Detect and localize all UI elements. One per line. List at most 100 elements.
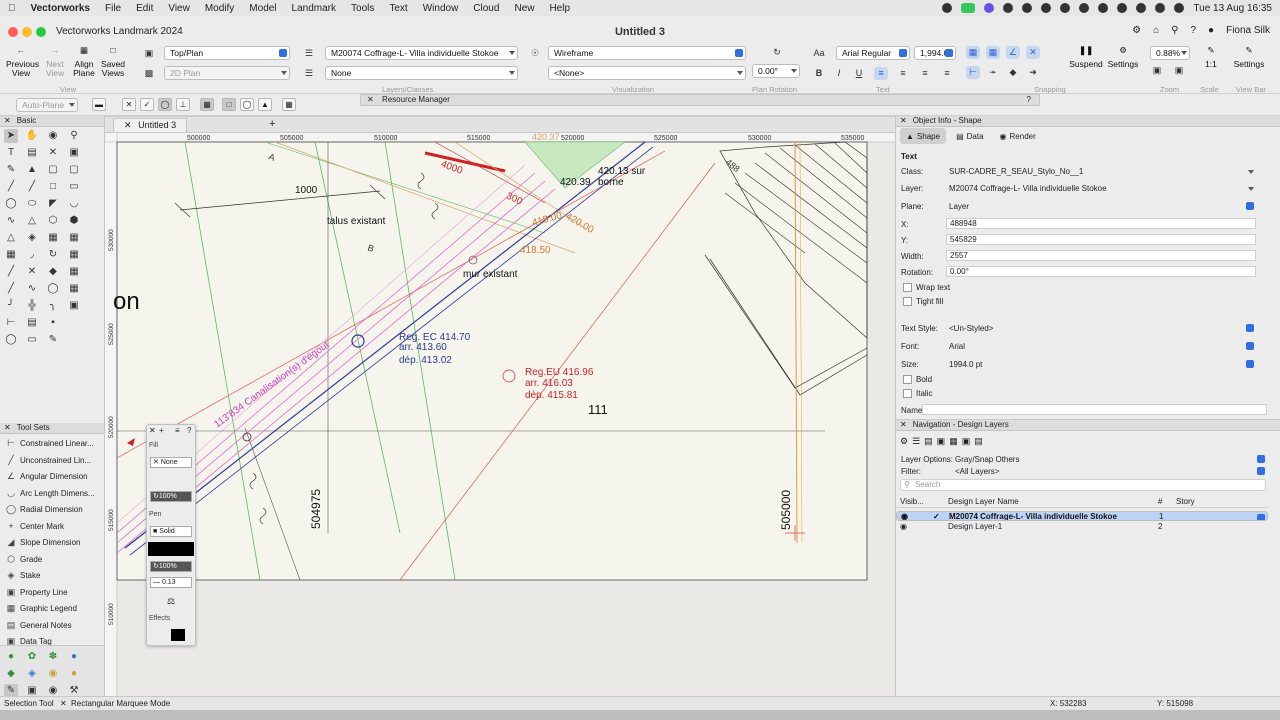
- auto-plane-toggle[interactable]: Auto-Plane: [16, 98, 78, 112]
- menu-help[interactable]: Help: [549, 3, 570, 14]
- duplicate-tool-icon[interactable]: ╬: [25, 299, 39, 313]
- next-view-button[interactable]: → Next View: [42, 46, 68, 78]
- truss-tool-icon[interactable]: ⊢: [4, 316, 18, 330]
- marker-icon[interactable]: ⚖: [167, 596, 175, 607]
- search-icon-2[interactable]: ⚲: [1171, 25, 1178, 36]
- layer-options-select[interactable]: Gray/Snap Others: [952, 454, 1267, 466]
- connect-tool-icon[interactable]: ✕: [25, 265, 39, 279]
- control-center-icon[interactable]: [1155, 3, 1166, 13]
- oval-tool-icon[interactable]: ⬭: [25, 197, 39, 211]
- scale-button[interactable]: ✎ 1:1: [1198, 46, 1224, 69]
- toolset-globe-icon[interactable]: ●: [67, 650, 81, 664]
- navigation-close-icon[interactable]: ✕: [900, 420, 907, 429]
- eyedropper-tool-icon[interactable]: ✎: [4, 163, 18, 177]
- toolset-water-icon[interactable]: ◈: [25, 667, 39, 681]
- new-tab-button[interactable]: +: [269, 118, 275, 130]
- font-select-oi[interactable]: Arial: [946, 341, 1256, 353]
- document-tab[interactable]: ✕ Untitled 3: [113, 118, 188, 132]
- rect-select-tool-icon[interactable]: □: [46, 180, 60, 194]
- render-mode-select[interactable]: Wireframe: [548, 46, 746, 60]
- justify-icon[interactable]: ≡: [940, 67, 954, 80]
- tool-center-mark[interactable]: + Center Mark: [6, 521, 64, 531]
- stair-tool-icon[interactable]: ▤: [25, 316, 39, 330]
- user-name[interactable]: Fiona Silk: [1226, 25, 1270, 36]
- object-info-close-icon[interactable]: ✕: [900, 116, 907, 125]
- layer-search-input[interactable]: ⚲ Search: [900, 479, 1266, 491]
- menu-edit[interactable]: Edit: [136, 3, 153, 14]
- tab-shape[interactable]: ▲ Shape: [900, 128, 947, 144]
- menu-app[interactable]: Vectorworks: [31, 3, 90, 14]
- tab-close-icon[interactable]: ✕: [124, 120, 132, 130]
- align-center-icon[interactable]: ≡: [896, 67, 910, 80]
- menu-tools[interactable]: Tools: [351, 3, 374, 14]
- col-visibility[interactable]: Visib...: [900, 496, 924, 508]
- nav-objects-icon[interactable]: ▤: [974, 436, 983, 447]
- align-plane-button[interactable]: ▦ Align Plane: [72, 46, 96, 78]
- filter-select[interactable]: <All Layers>: [952, 466, 1267, 478]
- class-select[interactable]: SUR-CADRE_R_SEAU_Stylo_No__1: [946, 166, 1256, 178]
- rotated-rect-tool-icon[interactable]: ▭: [67, 180, 81, 194]
- tool-property-line[interactable]: ▣ Property Line: [6, 587, 68, 597]
- rectangular-marquee-icon[interactable]: □: [222, 98, 236, 111]
- layer-select[interactable]: M20074 Coffrage-L- Villa individuelle St…: [325, 46, 518, 60]
- polygon-tool-icon[interactable]: ⬡: [46, 214, 60, 228]
- snap-object-icon[interactable]: ▦: [986, 46, 1000, 59]
- siri-icon[interactable]: [1174, 3, 1185, 13]
- effects-swatch[interactable]: [171, 629, 185, 641]
- drawing-canvas[interactable]: 500000 505000 510000 515000 520000 52500…: [105, 133, 895, 696]
- attrs-help-icon[interactable]: ?: [187, 426, 191, 435]
- mode-4-icon[interactable]: ⊥: [176, 98, 190, 111]
- class-select[interactable]: None: [325, 66, 518, 80]
- attrs-close-icon[interactable]: ✕: [149, 426, 156, 435]
- nav-symbols-icon[interactable]: ▣: [962, 436, 971, 447]
- italic-checkbox[interactable]: Italic: [903, 389, 932, 398]
- toolset-lighting-icon[interactable]: ●: [67, 667, 81, 681]
- rotation-field-oi[interactable]: 0.00°: [946, 266, 1256, 277]
- snapping-settings-button[interactable]: ⚙ Settings: [1104, 46, 1142, 69]
- fillet-tool-icon[interactable]: ◞: [25, 248, 39, 262]
- paint-tool-icon[interactable]: ✎: [46, 333, 60, 347]
- tool-stake[interactable]: ◈ Stake: [6, 570, 41, 580]
- text-style-select[interactable]: <Un-Styled>: [946, 323, 1256, 335]
- cubic-tool-icon[interactable]: ◯: [46, 282, 60, 296]
- snap-intersection-icon[interactable]: ✕: [1026, 46, 1040, 59]
- plan-rotation-icon[interactable]: ↻: [770, 46, 784, 59]
- text-tool-icon[interactable]: T: [4, 146, 18, 160]
- mode-5-icon[interactable]: ▦: [200, 98, 214, 111]
- apple-icon[interactable]: : [8, 3, 16, 14]
- snap-tangent-icon[interactable]: ➛: [986, 66, 1000, 79]
- nav-views-icon[interactable]: ▣: [937, 436, 946, 447]
- layer-row-1[interactable]: ◉ ✓ M20074 Coffrage-L- Villa individuell…: [896, 511, 1268, 521]
- dimension-tool-icon[interactable]: ✕: [46, 146, 60, 160]
- snap-angle-icon[interactable]: ∠: [1006, 46, 1020, 59]
- double-line-tool-icon[interactable]: ╱: [25, 180, 39, 194]
- snap-distance-icon[interactable]: ⊢: [966, 66, 980, 79]
- regular-polygon-tool-icon[interactable]: ⬢: [67, 214, 81, 228]
- arc-tool-icon[interactable]: ◤: [46, 197, 60, 211]
- menu-landmark[interactable]: Landmark: [292, 3, 336, 14]
- offset-tool-icon[interactable]: ▦: [46, 231, 60, 245]
- tool-constrained-linear[interactable]: ⊢ Constrained Linear...: [6, 438, 94, 448]
- layer-select-oi[interactable]: M20074 Coffrage-L- Villa individuelle St…: [946, 183, 1256, 195]
- zoom-tool-icon[interactable]: ⚲: [67, 129, 81, 143]
- cloud-icon[interactable]: [1022, 3, 1033, 13]
- symbol-tool-icon[interactable]: ▣: [67, 146, 81, 160]
- clip-tool-icon[interactable]: ▦: [4, 248, 18, 262]
- chamfer-tool-icon[interactable]: ▦: [67, 265, 81, 279]
- preferences-icon[interactable]: ▦: [282, 98, 296, 111]
- mode-3-icon[interactable]: ◯: [158, 98, 172, 111]
- bold-icon[interactable]: B: [812, 67, 826, 80]
- col-number[interactable]: #: [1158, 496, 1162, 508]
- display-icon[interactable]: [1041, 3, 1052, 13]
- wrap-text-checkbox[interactable]: Wrap text: [903, 283, 950, 292]
- pen-color-swatch[interactable]: [148, 542, 194, 556]
- tool-sets-close-icon[interactable]: ✕: [4, 423, 11, 432]
- menu-new[interactable]: New: [514, 3, 534, 14]
- selection-tool-icon[interactable]: ➤: [4, 129, 18, 143]
- clock[interactable]: Tue 13 Aug 16:35: [1193, 3, 1272, 14]
- align-right-icon[interactable]: ≡: [918, 67, 932, 80]
- basic-close-icon[interactable]: ✕: [4, 116, 11, 125]
- toolset-terrain-icon[interactable]: ◆: [4, 667, 18, 681]
- italic-icon[interactable]: I: [832, 67, 846, 80]
- move-tool-icon[interactable]: ╯: [4, 299, 18, 313]
